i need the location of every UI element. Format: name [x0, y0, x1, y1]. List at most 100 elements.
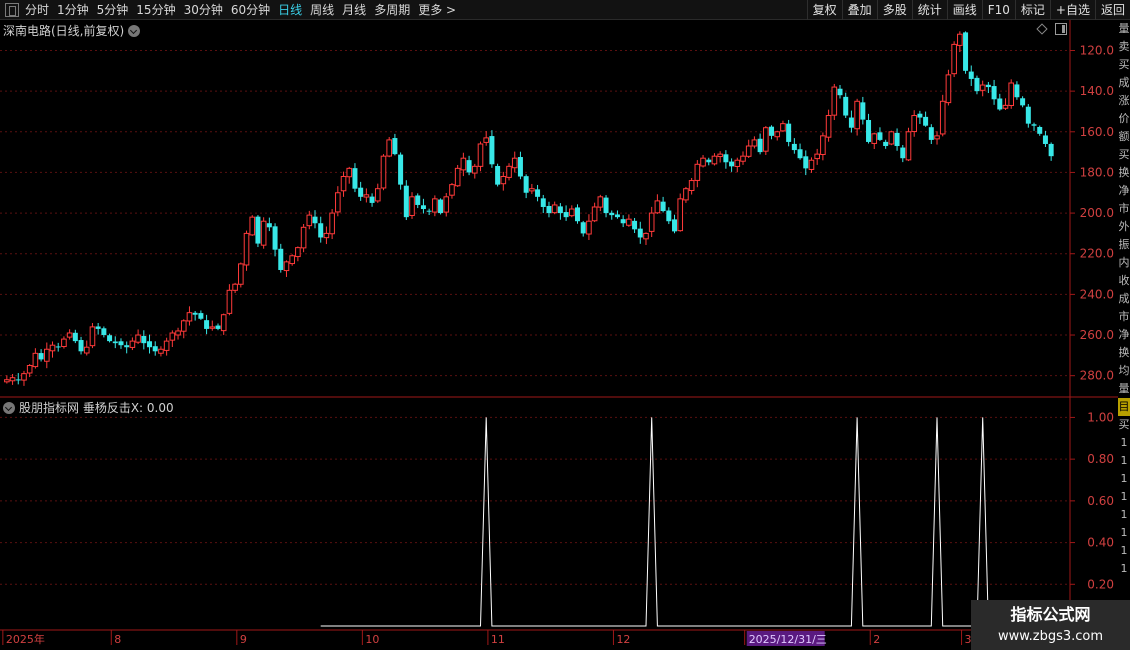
time-axis-label: 2025年	[6, 632, 45, 646]
candle-body-up	[9, 377, 16, 382]
candle-body-up	[626, 218, 632, 226]
candle-body-up	[780, 123, 786, 132]
price-chart-svg[interactable]: 280.0 260.0 240.0 220.0 200.0 180.0 160.0 140.0…	[0, 0, 1130, 650]
candle-body-down	[974, 77, 980, 92]
candle-body-up	[911, 115, 917, 133]
watermark-title: 指标公式网	[1010, 605, 1091, 624]
candle-body-up	[939, 100, 946, 135]
price-tick-label: 160.0	[1080, 125, 1114, 139]
candle-body-up	[323, 232, 330, 239]
candle-body-down	[78, 340, 84, 352]
indicator-tick-label: 0.80	[1087, 452, 1114, 466]
candle-body-up	[32, 352, 39, 368]
candle-body-up	[763, 127, 769, 152]
candle-body-up	[249, 216, 256, 236]
candle-body-up	[745, 145, 752, 157]
quote-field-label: 均	[1118, 364, 1130, 377]
quote-field-label: 振	[1118, 238, 1130, 251]
candle-body-down	[420, 205, 426, 210]
indicator-tick-label: 0.20	[1087, 577, 1114, 591]
candle-body-down	[991, 86, 997, 100]
candle-body-up	[591, 206, 598, 222]
candle-body-down	[917, 113, 923, 118]
candle-body-up	[283, 261, 290, 272]
quote-field-label: 量	[1118, 22, 1130, 35]
candle-body-up	[654, 200, 661, 214]
candle-body-up	[209, 326, 216, 329]
time-axis-label: 8	[114, 633, 121, 646]
candle-body-up	[957, 33, 963, 46]
price-tick-label: 200.0	[1080, 206, 1114, 220]
indicator-field-label: 1	[1120, 490, 1128, 503]
candle-body-up	[335, 192, 341, 213]
candle-body-up	[831, 86, 838, 116]
time-axis-label: 10	[365, 633, 379, 646]
price-tick-label: 140.0	[1080, 84, 1114, 98]
candle-body-up	[346, 167, 353, 178]
candle-body-down	[791, 143, 797, 151]
candle-body-down	[517, 157, 523, 177]
candle-body-up	[648, 212, 655, 232]
candle-body-down	[107, 335, 113, 342]
candle-body-down	[637, 228, 643, 238]
candle-body-down	[278, 248, 284, 270]
indicator-tick-label: 0.60	[1087, 494, 1114, 508]
candle-body-up	[300, 226, 307, 249]
candle-body-down	[369, 196, 375, 203]
quote-field-label: 卖	[1118, 40, 1130, 53]
candle-body-down	[415, 195, 421, 205]
candle-body-up	[751, 139, 758, 147]
candle-body-down	[609, 212, 615, 216]
candle-body-up	[232, 283, 238, 291]
candle-body-up	[814, 153, 820, 160]
candle-body-down	[318, 223, 324, 238]
candle-body-down	[118, 341, 124, 346]
candle-body-up	[820, 135, 826, 155]
candle-body-down	[403, 185, 409, 218]
candle-body-up	[306, 214, 313, 227]
candle-body-down	[124, 345, 130, 348]
candle-body-up	[683, 188, 689, 201]
candle-body-down	[546, 205, 552, 214]
quote-field-label: 买	[1118, 58, 1130, 71]
candle-body-up	[175, 330, 181, 336]
candle-body-down	[620, 219, 626, 224]
candle-body-down	[352, 168, 358, 189]
candle-body-down	[575, 207, 581, 222]
candle-body-down	[803, 156, 809, 169]
candle-body-up	[163, 340, 170, 351]
candle-body-down	[963, 32, 969, 71]
candle-body-down	[215, 325, 221, 329]
indicator-field-label: 买	[1118, 418, 1130, 431]
candle-body-down	[769, 126, 775, 136]
candle-body-up	[945, 74, 952, 104]
quote-field-label: 市	[1118, 202, 1130, 215]
candle-body-up	[871, 133, 878, 144]
candle-body-up	[1002, 104, 1009, 109]
candle-body-down	[466, 160, 472, 173]
candle-body-up	[260, 220, 267, 246]
candle-body-up	[21, 373, 27, 381]
candle-body-up	[979, 84, 986, 91]
candle-body-up	[905, 131, 912, 161]
quote-field-label: 内	[1118, 256, 1130, 269]
candle-body-down	[997, 98, 1003, 110]
candle-body-down	[603, 197, 609, 214]
candle-body-up	[740, 155, 746, 162]
price-tick-label: 260.0	[1080, 328, 1114, 342]
candle-body-down	[848, 117, 854, 128]
candle-body-down	[272, 226, 278, 250]
candle-body-up	[380, 155, 387, 189]
candle-body-down	[266, 223, 272, 228]
candle-body-up	[289, 255, 295, 265]
candle-body-down	[1025, 106, 1031, 124]
indicator-signal-line	[320, 417, 1070, 627]
candle-body-down	[614, 214, 620, 218]
candle-body-up	[483, 137, 490, 143]
candle-body-up	[386, 139, 392, 157]
candle-body-down	[923, 116, 929, 126]
candle-body-up	[454, 167, 461, 187]
indicator-tick-label: 0.40	[1087, 536, 1114, 550]
candle-body-up	[49, 344, 56, 352]
candle-body-up	[340, 175, 347, 192]
